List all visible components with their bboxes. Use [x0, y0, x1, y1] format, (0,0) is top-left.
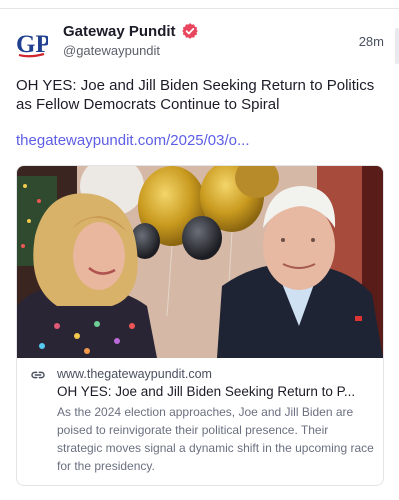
post-container: GP Gateway Pundit @gatewaypundit 28m OH … [0, 0, 399, 500]
link-preview-card[interactable]: www.thegatewaypundit.com OH YES: Joe and… [16, 165, 384, 486]
post-header: GP Gateway Pundit @gatewaypundit 28m [16, 22, 384, 66]
post-timestamp[interactable]: 28m [359, 34, 384, 49]
avatar[interactable]: GP [16, 28, 51, 58]
card-description: As the 2024 election approaches, Joe and… [57, 405, 374, 473]
scrollbar[interactable] [395, 28, 399, 64]
author-handle[interactable]: @gatewaypundit [63, 43, 160, 58]
author-row: Gateway Pundit [63, 22, 199, 40]
card-meta[interactable]: www.thegatewaypundit.com OH YES: Joe and… [17, 358, 383, 485]
post-text: OH YES: Joe and Jill Biden Seeking Retur… [16, 77, 375, 113]
link-icon [30, 367, 46, 383]
post-link[interactable]: thegatewaypundit.com/2025/03/o... [16, 132, 250, 149]
author-name[interactable]: Gateway Pundit [63, 23, 176, 40]
divider [0, 8, 399, 9]
verified-badge-icon [181, 22, 199, 40]
card-domain: www.thegatewaypundit.com [57, 367, 212, 381]
card-image[interactable] [17, 166, 383, 358]
card-title[interactable]: OH YES: Joe and Jill Biden Seeking Retur… [57, 384, 375, 399]
